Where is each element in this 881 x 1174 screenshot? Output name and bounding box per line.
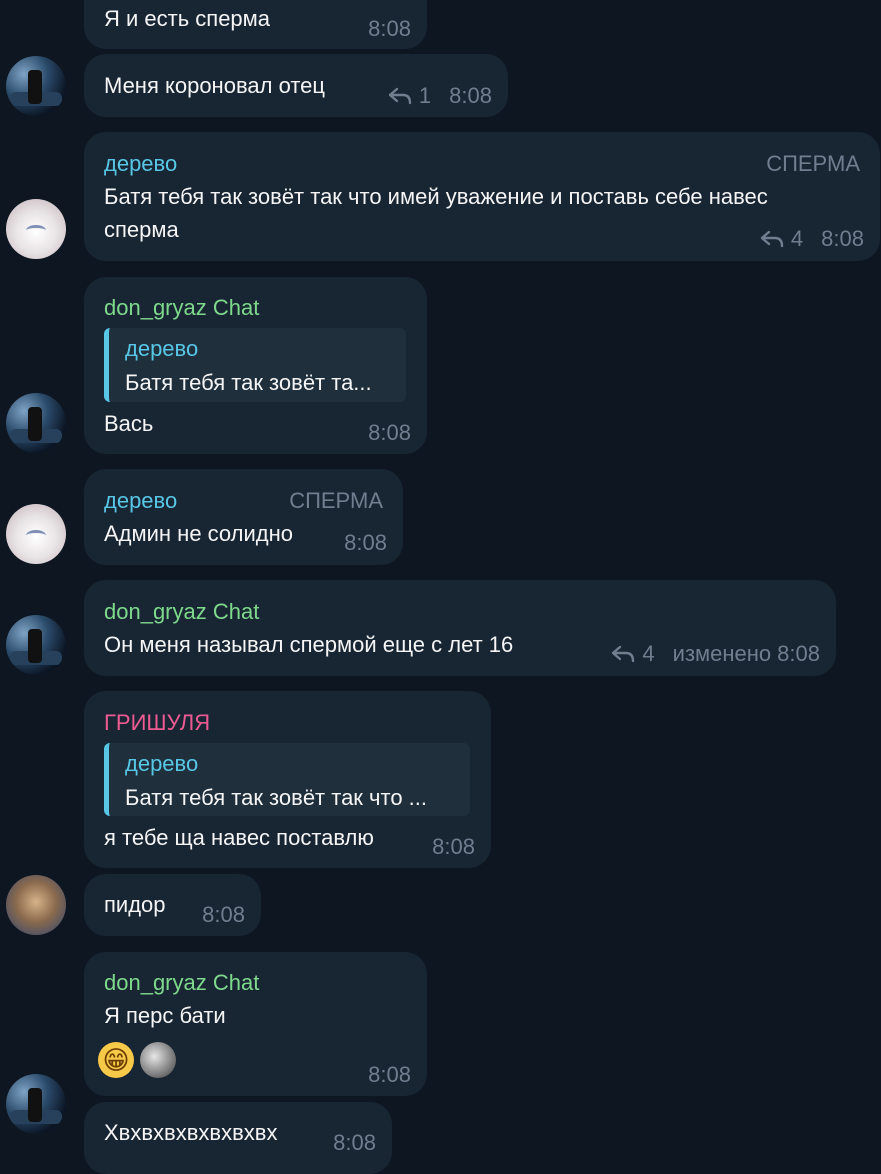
sender-name[interactable]: дерево xyxy=(104,149,177,179)
avatar[interactable] xyxy=(6,615,66,675)
avatar[interactable] xyxy=(6,199,66,259)
message-time: 8:08 xyxy=(368,420,411,445)
message-meta: 1 8:08 xyxy=(387,81,492,111)
message-meta: 4 изменено 8:08 xyxy=(610,639,820,669)
message-bubble[interactable]: don_gryaz Chat Он меня называл спермой е… xyxy=(84,580,836,676)
message-bubble[interactable]: дерево СПЕРМА Батя тебя так зовёт так чт… xyxy=(84,132,880,261)
message-bubble[interactable]: пидор 8:08 xyxy=(84,874,261,936)
message-time: 8:08 xyxy=(368,1062,411,1087)
message-bubble[interactable]: Хвхвхвхвхвхвхвх 8:08 xyxy=(84,1102,392,1174)
sender-name[interactable]: ГРИШУЛЯ xyxy=(104,708,210,738)
message-time: 8:08 xyxy=(821,226,864,251)
message-text: Меня короновал отец xyxy=(104,73,325,98)
sender-name[interactable]: don_gryaz Chat xyxy=(104,968,259,998)
message-bubble[interactable]: don_gryaz Chat дерево Батя тебя так зовё… xyxy=(84,277,427,454)
message-text: я тебе ща навес поставлю xyxy=(104,825,374,850)
quote-text: Батя тебя так зовёт так что ... xyxy=(125,785,428,810)
sender-name[interactable]: дерево xyxy=(104,486,177,516)
avatar[interactable] xyxy=(6,504,66,564)
message-meta: 4 8:08 xyxy=(759,224,864,254)
sender-name[interactable]: don_gryaz Chat xyxy=(104,293,259,323)
message-text: Он меня называл спермой еще с лет 16 xyxy=(104,632,514,657)
message-text: пидор xyxy=(104,892,166,917)
message-time: 8:08 xyxy=(777,641,820,666)
avatar[interactable] xyxy=(6,875,66,935)
message-bubble[interactable]: Меня короновал отец 1 8:08 xyxy=(84,54,508,117)
reply-icon[interactable] xyxy=(759,229,785,249)
message-bubble[interactable]: don_gryaz Chat Я перс бати 😁 8:08 xyxy=(84,952,427,1096)
message-bubble[interactable]: дерево СПЕРМА Админ не солидно 8:08 xyxy=(84,469,403,565)
sender-name[interactable]: don_gryaz Chat xyxy=(104,597,259,627)
reactions[interactable]: 😁 xyxy=(98,1042,176,1078)
message-text: Админ не солидно xyxy=(104,521,294,546)
reply-quote[interactable]: дерево Батя тебя так зовёт так что ... xyxy=(104,743,470,816)
edited-label: изменено xyxy=(672,641,772,666)
chat-history: Я и есть сперма 8:08 Меня короновал отец… xyxy=(0,0,881,1174)
reply-count: 4 xyxy=(790,226,804,251)
message-time: 8:08 xyxy=(202,902,245,927)
reply-icon[interactable] xyxy=(387,86,413,106)
quote-sender: дерево xyxy=(125,336,199,361)
avatar[interactable] xyxy=(6,56,66,116)
avatar[interactable] xyxy=(6,393,66,453)
message-text: Я перс бати xyxy=(104,1003,226,1028)
quote-sender: дерево xyxy=(125,751,199,776)
message-bubble[interactable]: ГРИШУЛЯ дерево Батя тебя так зовёт так ч… xyxy=(84,691,491,868)
sender-rank: СПЕРМА xyxy=(289,488,383,513)
reply-count: 1 xyxy=(418,83,432,108)
message-text: Хвхвхвхвхвхвхвх xyxy=(104,1120,278,1145)
sender-rank: СПЕРМА xyxy=(766,151,860,176)
message-bubble[interactable]: Я и есть сперма 8:08 xyxy=(84,0,427,49)
message-time: 8:08 xyxy=(432,834,475,859)
message-time: 8:08 xyxy=(344,530,387,555)
grinning-emoji-reaction[interactable]: 😁 xyxy=(98,1042,134,1078)
reply-icon[interactable] xyxy=(610,644,636,664)
message-time: 8:08 xyxy=(368,16,411,41)
message-text: Вась xyxy=(104,411,154,436)
reply-quote[interactable]: дерево Батя тебя так зовёт та... xyxy=(104,328,406,402)
message-text: Я и есть сперма xyxy=(104,6,271,31)
message-text: сперма xyxy=(104,217,179,242)
quote-text: Батя тебя так зовёт та... xyxy=(125,370,372,395)
reactor-avatar xyxy=(140,1042,176,1078)
message-time: 8:08 xyxy=(333,1130,376,1155)
message-text: Батя тебя так зовёт так что имей уважени… xyxy=(104,184,768,209)
message-time: 8:08 xyxy=(449,83,492,108)
reply-count: 4 xyxy=(642,641,655,666)
avatar[interactable] xyxy=(6,1074,66,1134)
